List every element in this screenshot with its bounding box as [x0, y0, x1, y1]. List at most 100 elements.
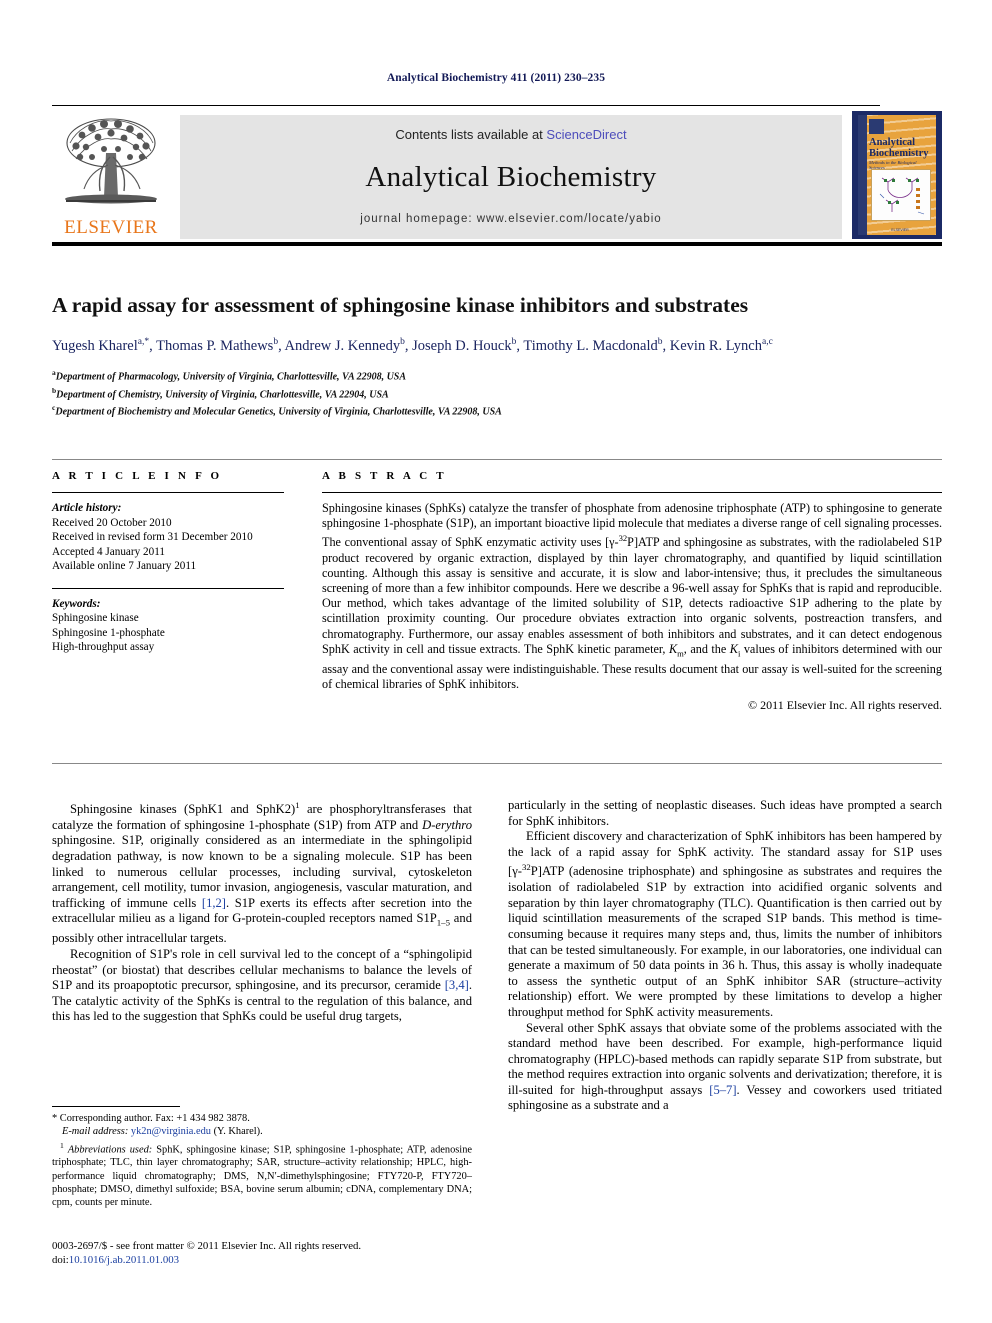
- footnote-corresponding-author: * Corresponding author. Fax: +1 434 982 …: [52, 1112, 472, 1125]
- masthead-top-rule: [52, 105, 880, 106]
- email-link[interactable]: yk2n@virginia.edu: [131, 1126, 211, 1137]
- keyword-item: High-throughput assay: [52, 641, 155, 653]
- author-name: Yugesh Kharel: [52, 337, 138, 354]
- paper-page: Analytical Biochemistry 411 (2011) 230–2…: [0, 0, 992, 1323]
- article-history-group: Article history: Received 20 October 201…: [52, 501, 284, 574]
- body-l-p1-a: Sphingosine kinases (SphK1 and SphK2): [70, 802, 296, 817]
- affiliation-text: Department of Chemistry, University of V…: [56, 388, 389, 400]
- issn-line: 0003-2697/$ - see front matter © 2011 El…: [52, 1240, 362, 1252]
- abstract-copyright: © 2011 Elsevier Inc. All rights reserved…: [748, 697, 942, 712]
- cover-footer-label: ELSEVIER: [891, 228, 909, 232]
- abstract-isotope-32: 32: [618, 533, 628, 544]
- footer-block: 0003-2697/$ - see front matter © 2011 El…: [52, 1240, 482, 1267]
- body-paragraph: Sphingosine kinases (SphK1 and SphK2)1 a…: [52, 798, 472, 947]
- abstract-part-2: P]ATP and sphingosine as substrates, wit…: [322, 535, 942, 656]
- keyword-item: Sphingosine 1-phosphate: [52, 626, 165, 639]
- abstract-part-3: , and the: [683, 641, 730, 656]
- citation-link-1-2[interactable]: [1,2]: [202, 896, 226, 910]
- abstract-rule: [322, 492, 942, 493]
- footnote-abbreviations: 1 Abbreviations used: SphK, sphingosine …: [52, 1139, 472, 1210]
- author-name: Joseph D. Houck: [412, 337, 512, 354]
- footnote-email: E-mail address: yk2n@virginia.edu (Y. Kh…: [52, 1125, 472, 1138]
- article-history-items: Received 20 October 2010 Received in revi…: [52, 516, 284, 574]
- keywords-rule: [52, 587, 284, 589]
- abstract-ki-symbol: K: [729, 641, 738, 656]
- body-paragraph: Several other SphK assays that obviate s…: [508, 1021, 942, 1115]
- body-r-isotope-32: 32: [521, 862, 531, 873]
- keywords-items: Sphingosine kinase Sphingosine 1-phosphat…: [52, 611, 284, 655]
- cover-elsevier-logo-icon: [869, 119, 884, 134]
- author-name: Andrew J. Kennedy: [284, 337, 401, 354]
- elsevier-logo: ELSEVIER: [52, 113, 170, 239]
- article-history-item: Accepted 4 January 2011: [52, 545, 165, 558]
- keyword-item: Sphingosine kinase: [52, 612, 139, 624]
- author-affiliation-marker: b: [657, 337, 663, 347]
- affiliation-text: Department of Biochemistry and Molecular…: [55, 406, 502, 418]
- journal-masthead: ELSEVIER Contents lists available at Sci…: [52, 105, 942, 246]
- abstract-km-symbol: K: [668, 641, 678, 656]
- author-affiliation-marker: b: [511, 337, 517, 347]
- abstract-text: Sphingosine kinases (SphKs) catalyze the…: [322, 501, 942, 692]
- article-history-item: Available online 7 January 2011: [52, 560, 197, 572]
- keywords-group: Keywords: Sphingosine kinase Sphingosine …: [52, 597, 284, 655]
- author-name: Timothy L. Macdonald: [523, 337, 658, 354]
- footnote-rule: [52, 1106, 180, 1107]
- corresponding-author-text: Corresponding author. Fax: +1 434 982 38…: [57, 1113, 250, 1124]
- masthead-bottom-rule: [52, 242, 942, 246]
- affiliation-item: aDepartment of Pharmacology, University …: [52, 366, 942, 384]
- abstract-km-subscript: m: [677, 648, 684, 659]
- body-l-p2-a: Recognition of S1P's role in cell surviv…: [52, 947, 472, 993]
- author-affiliation-marker: b: [273, 337, 279, 347]
- author-affiliation-marker: a,*: [137, 337, 150, 347]
- body-paragraph: Recognition of S1P's role in cell surviv…: [52, 947, 472, 1025]
- elsevier-wordmark: ELSEVIER: [64, 217, 158, 238]
- abbreviations-label: Abbreviations used:: [67, 1144, 153, 1156]
- author-affiliation-marker: b: [400, 337, 405, 347]
- cover-title: Analytical Biochemistry: [869, 137, 929, 159]
- running-head: Analytical Biochemistry 411 (2011) 230–2…: [386, 72, 606, 84]
- article-info-heading: A R T I C L E I N F O: [52, 470, 223, 482]
- doi-link[interactable]: 10.1016/j.ab.2011.01.003: [69, 1254, 179, 1266]
- citation-link-5-7[interactable]: [5–7]: [709, 1083, 736, 1097]
- title-block: A rapid assay for assessment of sphingos…: [52, 292, 942, 419]
- affiliation-text: Department of Pharmacology, University o…: [55, 371, 407, 383]
- journal-homepage-line[interactable]: journal homepage: www.elsevier.com/locat…: [180, 213, 842, 225]
- author-list: Yugesh Kharela,*, Thomas P. Mathewsb, An…: [52, 337, 773, 354]
- author-name: Kevin R. Lynch: [669, 337, 762, 354]
- body-column-left: Sphingosine kinases (SphK1 and SphK2)1 a…: [52, 798, 472, 1025]
- article-info-rule: [52, 492, 284, 493]
- email-label: E-mail address:: [62, 1126, 129, 1138]
- email-suffix: (Y. Kharel).: [210, 1126, 263, 1138]
- elsevier-tree-icon: [65, 118, 157, 204]
- affiliation-list: aDepartment of Pharmacology, University …: [52, 366, 942, 419]
- article-history-label: Article history:: [52, 502, 122, 514]
- article-history-item: Received 20 October 2010: [52, 516, 172, 529]
- page-title: A rapid assay for assessment of sphingos…: [52, 293, 749, 317]
- sciencedirect-link[interactable]: ScienceDirect: [546, 127, 626, 142]
- body-r-p2-b: P]ATP (adenosine triphosphate) and sphin…: [508, 864, 942, 1019]
- body-paragraph: particularly in the setting of neoplasti…: [508, 798, 942, 828]
- affiliation-item: cDepartment of Biochemistry and Molecula…: [52, 401, 942, 419]
- article-info-column: A R T I C L E I N F O Article history: R…: [52, 470, 284, 655]
- keywords-label: Keywords:: [52, 597, 101, 610]
- body-column-right: particularly in the setting of neoplasti…: [508, 798, 942, 1114]
- journal-cover-thumbnail: Analytical Biochemistry Methods in the B…: [852, 111, 942, 239]
- doi-line: doi:10.1016/j.ab.2011.01.003: [52, 1254, 482, 1268]
- masthead-grey-band: Contents lists available at ScienceDirec…: [180, 115, 842, 239]
- journal-title: Analytical Biochemistry: [365, 161, 657, 193]
- abstract-heading: A B S T R A C T: [322, 470, 447, 482]
- info-section-top-rule: [52, 459, 942, 460]
- contents-available-line: Contents lists available at ScienceDirec…: [180, 127, 842, 142]
- cover-artwork-icon: [871, 169, 931, 221]
- info-section-bottom-rule: [52, 763, 942, 764]
- body-paragraph: Efficient discovery and characterization…: [508, 829, 942, 1020]
- affiliation-item: bDepartment of Chemistry, University of …: [52, 384, 942, 402]
- contents-prefix: Contents lists available at: [395, 127, 547, 142]
- doi-label: doi:: [52, 1253, 69, 1266]
- citation-link-3-4[interactable]: [3,4]: [445, 978, 469, 992]
- body-l-p1-italic: D-erythro: [422, 817, 472, 832]
- footnotes-block: * Corresponding author. Fax: +1 434 982 …: [52, 1106, 472, 1210]
- body-l-p1-subscript: 1–5: [436, 917, 450, 928]
- author-affiliation-marker: a,c: [762, 337, 773, 347]
- abbreviations-marker: 1: [60, 1140, 64, 1150]
